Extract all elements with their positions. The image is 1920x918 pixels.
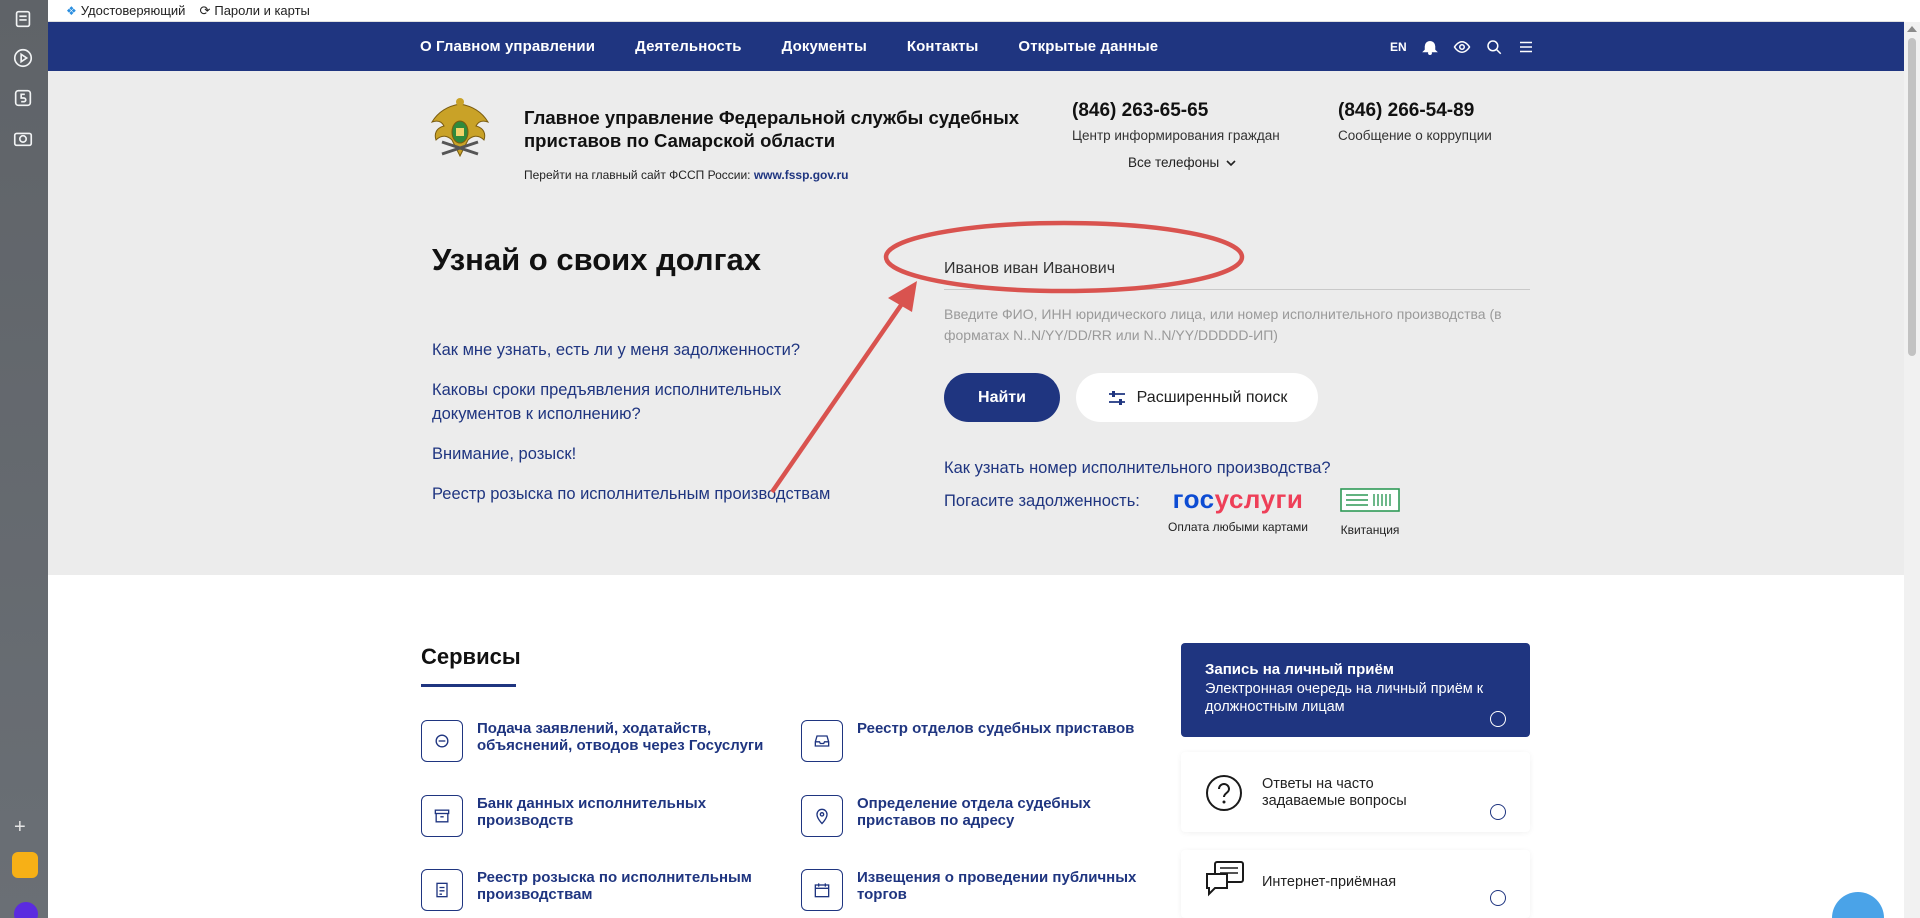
phone-caption-corruption: Сообщение о коррупции (1338, 128, 1492, 143)
appointment-desc: Электронная очередь на личный приём к до… (1205, 681, 1484, 715)
arrow-right-icon (1490, 890, 1506, 906)
reception-card[interactable]: Интернет-приёмная (1181, 850, 1530, 918)
nav-tools: EN (1390, 22, 1535, 71)
find-button[interactable]: Найти (944, 373, 1060, 422)
faq-card[interactable]: Ответы на часто задаваемые вопросы (1181, 752, 1530, 832)
document-icon (421, 869, 463, 911)
fssp-emblem-icon[interactable] (428, 96, 492, 164)
phone-info: (846) 263-65-65 Центр информирования гра… (1072, 100, 1280, 143)
bell-icon[interactable] (1421, 38, 1439, 56)
scroll-up-icon[interactable] (1907, 26, 1917, 32)
top-navigation: О Главном управлении Деятельность Докуме… (48, 22, 1904, 71)
nav-contacts[interactable]: Контакты (907, 38, 979, 55)
bookmark-passwords[interactable]: ⟳ Пароли и карты (199, 3, 309, 19)
alice-icon[interactable] (14, 902, 38, 918)
menu-icon[interactable] (1517, 38, 1535, 56)
services-underline (421, 684, 516, 687)
faq-link-registry[interactable]: Реестр розыска по исполнительным произво… (432, 482, 872, 506)
service-department-by-address[interactable]: Определение отдела судебных приставов по… (801, 795, 1161, 837)
faq-links: Как мне узнать, есть ли у меня задолженн… (432, 338, 872, 522)
main-menu: О Главном управлении Деятельность Докуме… (420, 22, 1158, 71)
bookmarks-bar: ❖ Удостоверяющий ⟳ Пароли и карты (48, 0, 1904, 22)
cert-icon: ❖ (66, 3, 77, 18)
archive-icon (421, 795, 463, 837)
phone-corruption: (846) 266-54-89 Сообщение о коррупции (1338, 100, 1492, 143)
callback-chat-button[interactable] (1832, 892, 1884, 918)
debt-search-title: Узнай о своих долгах (432, 242, 761, 277)
pay-debt-label: Погасите задолженность: (944, 492, 1140, 510)
gosuslugi-service-icon (421, 720, 463, 762)
debt-search-input[interactable] (944, 254, 1504, 284)
phone-number-corruption[interactable]: (846) 266-54-89 (1338, 100, 1492, 122)
receipt-payment[interactable]: Квитанция (1340, 488, 1400, 537)
nav-about[interactable]: О Главном управлении (420, 38, 595, 55)
receipt-icon (1340, 488, 1400, 512)
faq-link-debts[interactable]: Как мне узнать, есть ли у меня задолженн… (432, 338, 872, 362)
chevron-down-icon (1226, 159, 1236, 166)
arrow-right-icon (1490, 711, 1506, 727)
phone-caption-info: Центр информирования граждан (1072, 128, 1280, 143)
how-know-number-link[interactable]: Как узнать номер исполнительного произво… (944, 459, 1331, 478)
eye-icon[interactable] (1453, 38, 1471, 56)
gosuslugi-payment[interactable]: госуслуги Оплата любыми картами (1168, 484, 1308, 534)
all-phones-dropdown[interactable]: Все телефоны (1128, 155, 1237, 170)
nav-activity[interactable]: Деятельность (635, 38, 742, 55)
org-title: Главное управление Федеральной службы су… (524, 107, 1020, 151)
gosuslugi-caption: Оплата любыми картами (1168, 520, 1308, 534)
filter-sliders-icon (1108, 390, 1125, 405)
service-gosuslugi-applications[interactable]: Подача заявлений, ходатайств, объяснений… (421, 720, 781, 762)
key-icon: ⟳ (199, 2, 211, 18)
language-switch[interactable]: EN (1390, 40, 1407, 54)
nav-documents[interactable]: Документы (782, 38, 867, 55)
nav-open-data[interactable]: Открытые данные (1018, 38, 1158, 55)
debt-search-field (944, 250, 1530, 290)
location-pin-icon (801, 795, 843, 837)
inbox-icon (801, 720, 843, 762)
five-icon[interactable] (12, 87, 34, 109)
chat-icon (1206, 861, 1244, 897)
calendar-icon (801, 869, 843, 911)
collections-icon[interactable] (12, 8, 34, 30)
gosuslugi-logo: госуслуги (1172, 484, 1304, 514)
service-wanted-registry[interactable]: Реестр розыска по исполнительным произво… (421, 869, 781, 911)
main-site-link: Перейти на главный сайт ФССП России: www… (524, 168, 849, 182)
service-enforcement-database[interactable]: Банк данных исполнительных производств (421, 795, 781, 837)
arrow-right-icon (1490, 804, 1506, 820)
faq-link-terms[interactable]: Каковы сроки предъявления исполнительных… (432, 378, 872, 426)
bookmark-cert[interactable]: ❖ Удостоверяющий (66, 3, 185, 18)
fssp-site-link[interactable]: www.fssp.gov.ru (754, 168, 849, 182)
appointment-card[interactable]: Запись на личный приём Электронная очере… (1181, 643, 1530, 737)
service-public-auctions[interactable]: Извещения о проведении публичных торгов (801, 869, 1161, 911)
question-icon (1206, 775, 1242, 811)
search-icon[interactable] (1485, 38, 1503, 56)
appointment-title: Запись на личный приём (1205, 661, 1394, 678)
service-departments-registry[interactable]: Реестр отделов судебных приставов (801, 720, 1161, 762)
scroll-thumb[interactable] (1908, 38, 1916, 356)
phone-number-info[interactable]: (846) 263-65-65 (1072, 100, 1280, 122)
search-hint: Введите ФИО, ИНН юридического лица, или … (944, 306, 1502, 343)
play-icon[interactable] (12, 47, 34, 69)
browser-sidebar: + (0, 0, 48, 918)
services-title: Сервисы (421, 644, 521, 669)
reception-card-title: Интернет-приёмная (1262, 874, 1397, 890)
add-panel-icon[interactable]: + (14, 816, 26, 839)
faq-card-title: Ответы на часто задаваемые вопросы (1262, 776, 1407, 809)
page-scrollbar[interactable] (1904, 22, 1920, 918)
faq-link-wanted[interactable]: Внимание, розыск! (432, 442, 872, 466)
camera-icon[interactable] (12, 127, 34, 149)
mail-icon[interactable] (12, 852, 38, 878)
receipt-caption: Квитанция (1340, 523, 1400, 537)
advanced-search-button[interactable]: Расширенный поиск (1076, 373, 1318, 422)
